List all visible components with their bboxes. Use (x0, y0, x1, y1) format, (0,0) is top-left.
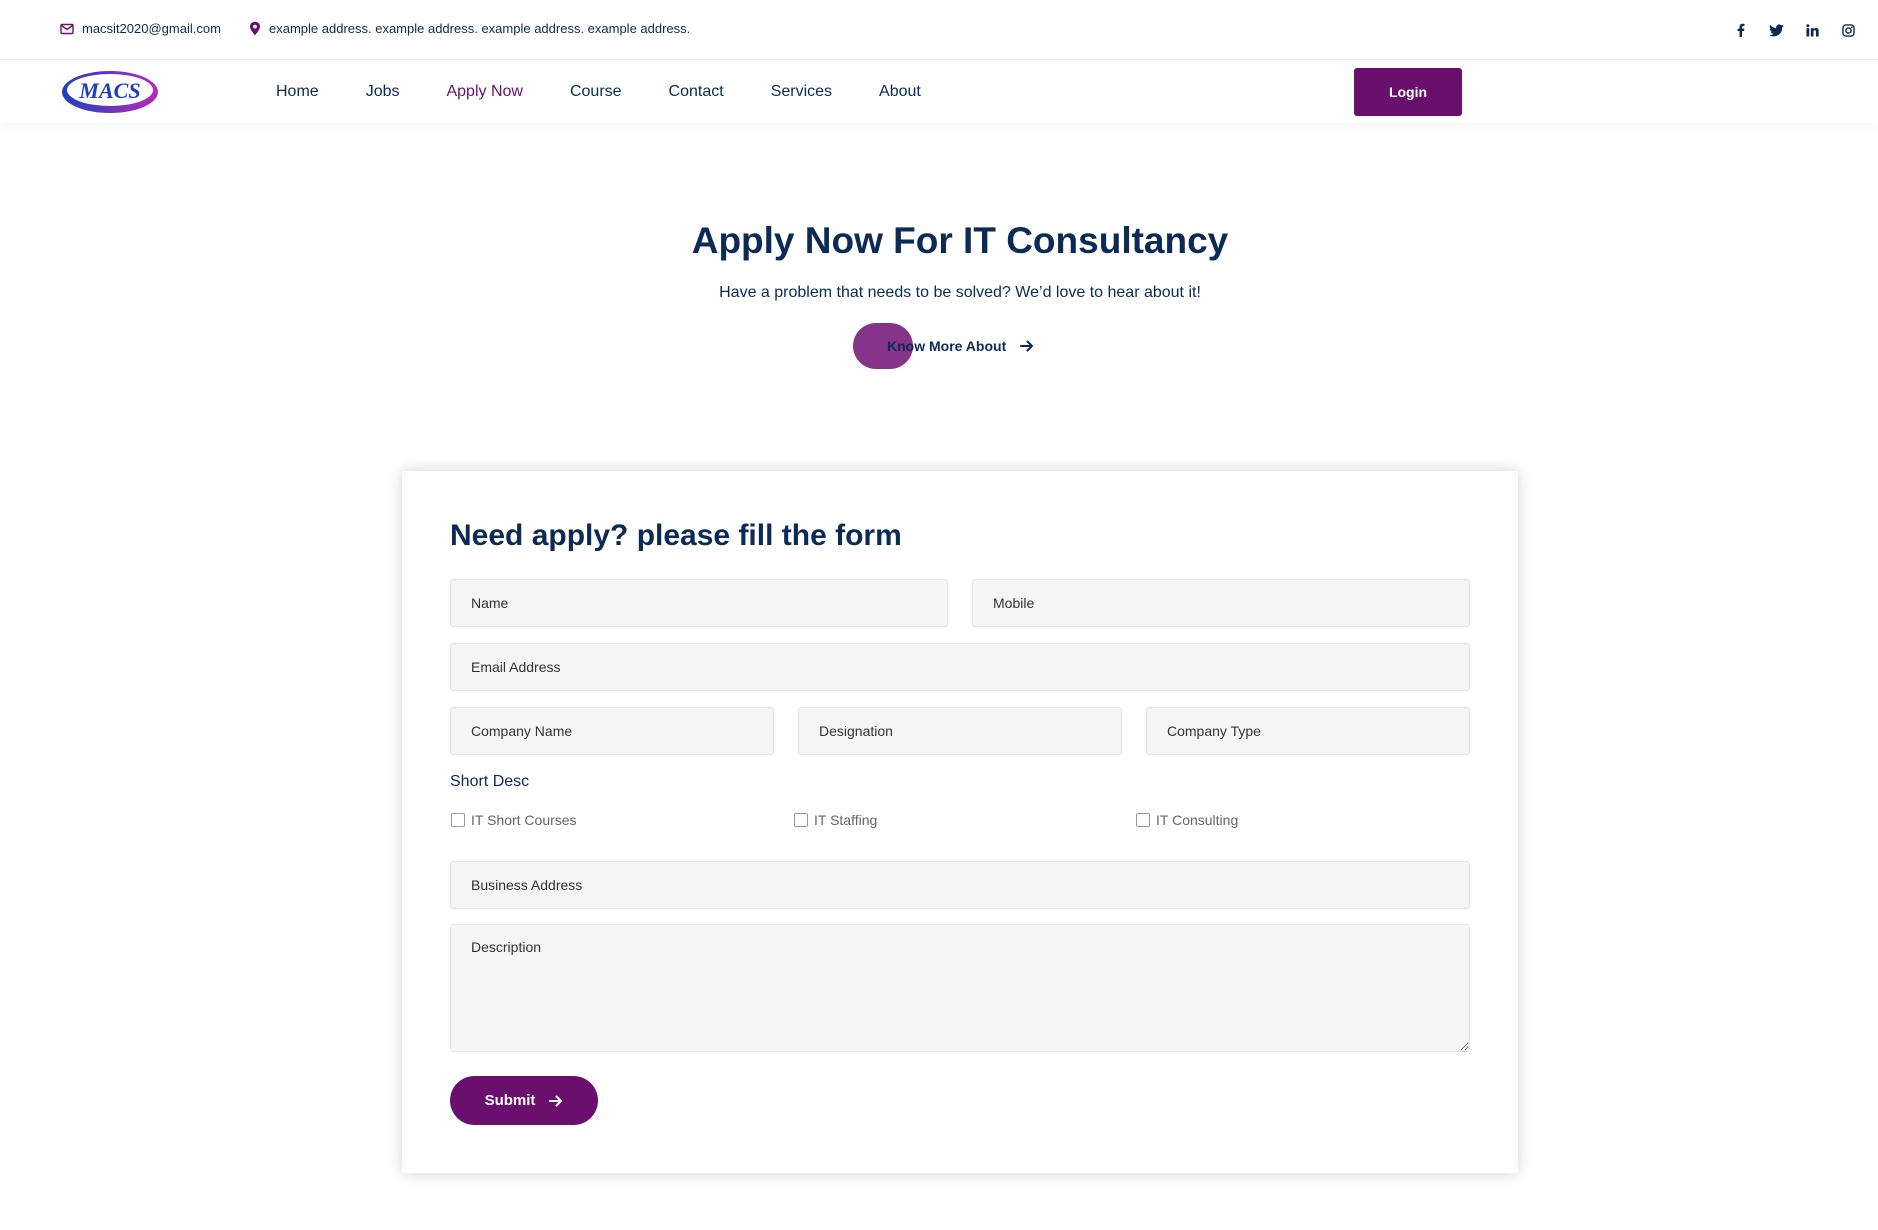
nav-item-services[interactable]: Services (771, 83, 832, 101)
logo-text: MACS (78, 78, 140, 103)
top-bar: macsit2020@gmail.com example address. ex… (0, 0, 1878, 60)
checkbox-it-staffing[interactable]: IT Staffing (794, 812, 877, 828)
social-links (1722, 19, 1866, 41)
nav-item-about[interactable]: About (879, 83, 921, 101)
checkbox-box[interactable] (794, 813, 808, 827)
linkedin-icon[interactable] (1794, 19, 1830, 41)
short-desc-label: Short Desc (450, 773, 530, 790)
address-contact: example address. example address. exampl… (249, 21, 690, 36)
checkbox-it-short-courses[interactable]: IT Short Courses (451, 812, 577, 828)
mail-icon (60, 23, 74, 34)
login-button[interactable]: Login (1354, 68, 1462, 116)
mobile-field[interactable] (972, 579, 1470, 627)
checkbox-box[interactable] (1136, 813, 1150, 827)
checkbox-label: IT Short Courses (471, 812, 577, 828)
nav-item-apply-now[interactable]: Apply Now (446, 83, 522, 101)
description-field[interactable] (450, 924, 1470, 1052)
nav-item-home[interactable]: Home (276, 83, 319, 101)
designation-field[interactable] (798, 707, 1122, 755)
page-title: Apply Now For IT Consultancy (691, 220, 1229, 261)
main-navbar: MACS Home Jobs Apply Now Course Contact … (0, 61, 1878, 123)
twitter-icon[interactable] (1758, 19, 1794, 41)
primary-nav: Home Jobs Apply Now Course Contact Servi… (276, 61, 968, 123)
email-text[interactable]: macsit2020@gmail.com (82, 21, 221, 36)
nav-item-jobs[interactable]: Jobs (366, 83, 400, 101)
submit-button[interactable]: Submit (450, 1076, 598, 1125)
macs-logo[interactable]: MACS (60, 68, 160, 116)
company-type-field[interactable] (1146, 707, 1470, 755)
checkbox-label: IT Staffing (814, 812, 878, 828)
know-more-button[interactable]: Know More About (853, 323, 1034, 369)
nav-item-contact[interactable]: Contact (669, 83, 724, 101)
company-name-field[interactable] (450, 707, 774, 755)
arrow-right-icon (1020, 340, 1034, 352)
form-heading: Need apply? please fill the form (450, 519, 902, 552)
instagram-icon[interactable] (1830, 19, 1866, 41)
address-text: example address. example address. exampl… (269, 21, 691, 36)
name-field[interactable] (450, 579, 948, 627)
email-contact[interactable]: macsit2020@gmail.com (60, 21, 221, 36)
know-more-label: Know More About (887, 338, 1007, 354)
checkbox-it-consulting[interactable]: IT Consulting (1136, 812, 1238, 828)
checkbox-box[interactable] (451, 813, 465, 827)
location-pin-icon (250, 21, 260, 36)
page-subtitle: Have a problem that needs to be solved? … (719, 284, 1201, 301)
arrow-right-icon (549, 1095, 563, 1106)
nav-item-course[interactable]: Course (570, 83, 622, 101)
business-address-field[interactable] (450, 861, 1470, 909)
checkbox-label: IT Consulting (1156, 812, 1239, 828)
email-field[interactable] (450, 643, 1470, 691)
facebook-icon[interactable] (1722, 19, 1758, 41)
submit-label: Submit (484, 1092, 536, 1109)
apply-form-card: Need apply? please fill the form Short D… (402, 471, 1518, 1173)
